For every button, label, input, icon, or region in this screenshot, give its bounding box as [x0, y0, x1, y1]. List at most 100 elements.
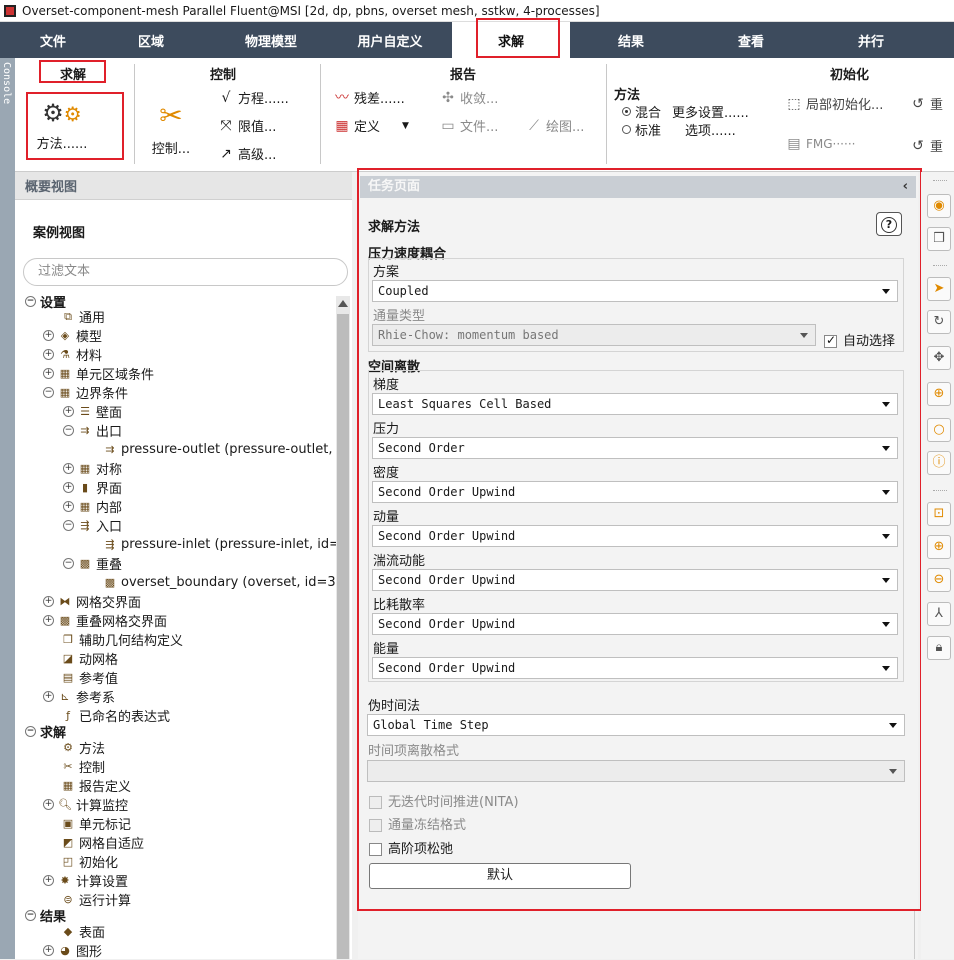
chevron-left-icon[interactable]: ‹: [903, 176, 908, 198]
help-button[interactable]: ?: [876, 212, 902, 236]
collapse-icon[interactable]: −: [25, 910, 36, 921]
auto-select-checkbox[interactable]: 自动选择: [824, 330, 895, 349]
tree-item-overset-boundary[interactable]: ▩ overset_boundary (overset, id=31: [103, 573, 344, 592]
controls-button[interactable]: ✂ 控制...: [146, 96, 196, 157]
tree-item-surfaces[interactable]: ◆ 表面: [61, 922, 105, 942]
zoom-out-icon[interactable]: ⊖: [927, 568, 951, 592]
files-button[interactable]: ▭ 文件...: [440, 116, 498, 136]
tree-item-overset-interfaces[interactable]: + ▩ 重叠网格交界面: [43, 611, 167, 630]
expand-icon[interactable]: +: [63, 463, 74, 474]
tree-item-setup[interactable]: − 设置: [25, 292, 66, 311]
tree-item-overset[interactable]: − ▩ 重叠: [63, 554, 122, 573]
tree-item-reference-frames[interactable]: + ⊾ 参考系: [43, 687, 115, 706]
tree-item-dynamic-mesh[interactable]: ◪ 动网格: [61, 649, 118, 669]
lock-icon[interactable]: 🔒︎: [927, 636, 951, 660]
default-button[interactable]: 默认: [369, 863, 631, 889]
tab-user-defined[interactable]: 用户自定义: [344, 22, 436, 58]
expand-icon[interactable]: +: [43, 945, 54, 956]
advanced-button[interactable]: ↗ 高级...: [218, 144, 276, 164]
tab-results[interactable]: 结果: [598, 22, 664, 58]
tree-item-monitors[interactable]: + 🔍︎ 计算监控: [43, 795, 128, 814]
expand-icon[interactable]: +: [43, 368, 54, 379]
reset-button-2[interactable]: ↺ 重: [910, 136, 943, 156]
frozen-flux-checkbox[interactable]: 通量冻结格式: [369, 814, 466, 833]
tab-file[interactable]: 文件: [20, 22, 86, 58]
expand-icon[interactable]: +: [63, 501, 74, 512]
expand-icon[interactable]: +: [63, 482, 74, 493]
tree-item-mesh-interfaces[interactable]: + ⧓ 网格交界面: [43, 592, 141, 611]
cube-view-icon[interactable]: ❒: [927, 227, 951, 251]
tke-select[interactable]: Second Order Upwind: [372, 569, 898, 591]
pointer-icon[interactable]: ➤: [927, 277, 951, 301]
expand-icon[interactable]: +: [43, 596, 54, 607]
tree-item-methods[interactable]: ⚙ 方法: [61, 738, 105, 758]
tree-item-cell-zones[interactable]: + ▦ 单元区域条件: [43, 364, 154, 383]
tree-item-calc-activities[interactable]: + ✸ 计算设置: [43, 871, 128, 890]
tab-physics[interactable]: 物理模型: [225, 22, 317, 58]
zoom-box-icon[interactable]: ○: [927, 418, 951, 442]
pseudo-time-select[interactable]: Global Time Step: [367, 714, 905, 736]
scheme-select[interactable]: Coupled: [372, 280, 898, 302]
high-order-relax-checkbox[interactable]: 高阶项松弛: [369, 838, 453, 857]
collapse-icon[interactable]: −: [63, 425, 74, 436]
pressure-select[interactable]: Second Order: [372, 437, 898, 459]
tree-item-wall[interactable]: + ☰ 壁面: [63, 402, 122, 421]
temporal-discretization-select[interactable]: [367, 760, 905, 782]
tab-view[interactable]: 查看: [718, 22, 784, 58]
residuals-button[interactable]: 〰残差......: [334, 88, 405, 108]
pan-icon[interactable]: ✥: [927, 346, 951, 370]
patch-button[interactable]: ⬚ 局部初始化...: [786, 94, 883, 114]
tree-item-initialization[interactable]: ◰ 初始化: [61, 852, 118, 872]
tree-item-report-definitions[interactable]: ▦ 报告定义: [61, 776, 131, 796]
tree-item-pressure-outlet[interactable]: ⇉ pressure-outlet (pressure-outlet, i: [103, 440, 340, 459]
tree-item-inlet[interactable]: − ⇶ 入口: [63, 516, 122, 535]
tab-domain[interactable]: 区域: [118, 22, 184, 58]
expand-icon[interactable]: +: [43, 691, 54, 702]
reset-button-1[interactable]: ↺ 重: [910, 94, 943, 114]
momentum-select[interactable]: Second Order Upwind: [372, 525, 898, 547]
tree-item-reference-values[interactable]: ▤ 参考值: [61, 668, 118, 688]
tree-item-controls[interactable]: ✂ 控制: [61, 757, 105, 777]
flux-type-select[interactable]: Rhie-Chow: momentum based: [372, 324, 816, 346]
axes-icon[interactable]: ⅄: [927, 602, 951, 626]
expand-icon[interactable]: +: [63, 406, 74, 417]
console-strip[interactable]: Console: [0, 58, 15, 959]
zoom-in-icon[interactable]: ⊕: [927, 535, 951, 559]
info-icon[interactable]: ⓘ: [927, 451, 951, 475]
methods-button[interactable]: ⚙⚙ 方法......: [32, 98, 92, 152]
collapse-icon[interactable]: −: [25, 296, 36, 307]
collapse-icon[interactable]: −: [63, 520, 74, 531]
tree-item-results[interactable]: − 结果: [25, 906, 66, 925]
standard-radio[interactable]: 标准: [622, 120, 661, 139]
chevron-down-icon[interactable]: ▼: [402, 121, 409, 131]
tab-parallel[interactable]: 并行: [838, 22, 904, 58]
hybrid-radio[interactable]: 混合: [622, 102, 661, 121]
expand-icon[interactable]: +: [43, 330, 54, 341]
mesh-display-icon[interactable]: ◉: [927, 194, 951, 218]
zoom-fit-icon[interactable]: ⊡: [927, 502, 951, 526]
zoom-in-out-icon[interactable]: ⊕: [927, 382, 951, 406]
more-settings-button[interactable]: 更多设置......: [672, 102, 749, 121]
definitions-button[interactable]: ▦ 定义 ▼: [334, 116, 409, 136]
nita-checkbox[interactable]: 无迭代时间推进(NITA): [369, 791, 519, 810]
collapse-icon[interactable]: −: [25, 726, 36, 737]
fmg-button[interactable]: ▤ FMG······: [786, 136, 855, 152]
collapse-icon[interactable]: −: [63, 558, 74, 569]
options-button[interactable]: 选项......: [685, 120, 736, 139]
scroll-up-icon[interactable]: [338, 300, 348, 307]
tree-item-run-calculation[interactable]: ⊜ 运行计算: [61, 890, 131, 910]
tree-item-cell-registers[interactable]: ▣ 单元标记: [61, 814, 131, 834]
filter-input[interactable]: 过滤文本: [23, 258, 348, 286]
tree-item-models[interactable]: + ◈ 模型: [43, 326, 102, 345]
rotate-icon[interactable]: ↻: [927, 310, 951, 334]
sdr-select[interactable]: Second Order Upwind: [372, 613, 898, 635]
tree-item-solution[interactable]: − 求解: [25, 722, 66, 741]
tree-item-boundary-conditions[interactable]: − ▦ 边界条件: [43, 383, 128, 402]
tree-item-named-expressions[interactable]: ƒ 已命名的表达式: [61, 706, 170, 726]
tree-item-aux-geometry[interactable]: ❒ 辅助几何结构定义: [61, 630, 183, 650]
expand-icon[interactable]: +: [43, 615, 54, 626]
energy-select[interactable]: Second Order Upwind: [372, 657, 898, 679]
tree-item-outlet[interactable]: − ⇉ 出口: [63, 421, 122, 440]
tree-item-graphics[interactable]: + ◕ 图形: [43, 941, 102, 960]
tree-item-materials[interactable]: + ⚗ 材料: [43, 345, 102, 364]
